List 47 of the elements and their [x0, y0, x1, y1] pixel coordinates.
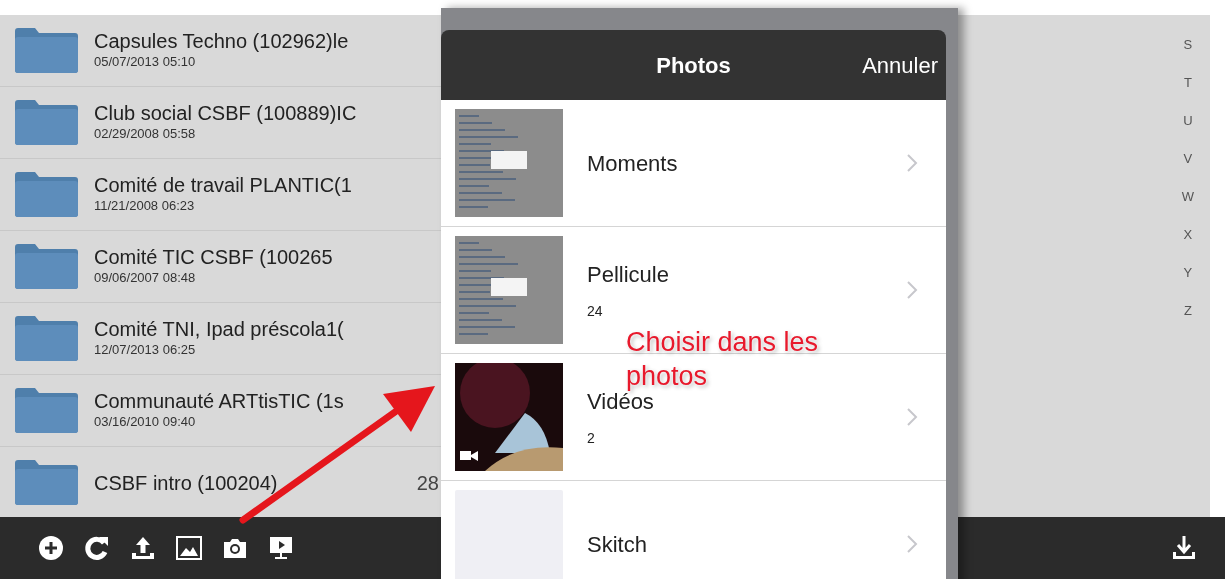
folder-name[interactable]: Comité de travail PLANTIC(1: [94, 173, 352, 196]
upload-icon[interactable]: [130, 535, 156, 561]
folder-date: 12/07/2013 06:25: [94, 340, 197, 359]
index-letter[interactable]: Y: [1181, 263, 1194, 283]
screen-play-icon[interactable]: [268, 535, 294, 561]
chevron-icon: [906, 280, 918, 300]
folder-date: 11/21/2008 06:23: [94, 196, 196, 215]
folder-icon[interactable]: [15, 244, 78, 289]
index-letter[interactable]: T: [1181, 73, 1194, 93]
image-icon[interactable]: [176, 535, 202, 561]
folder-icon[interactable]: [15, 100, 78, 145]
folder-icon[interactable]: [15, 172, 78, 217]
folder-name[interactable]: Communauté ARTtisTIC (1s: [94, 389, 344, 412]
album-count: 24: [587, 302, 604, 321]
folder-name-fragment: 28: [416, 470, 440, 496]
index-letter[interactable]: Z: [1181, 301, 1194, 321]
folder-name[interactable]: Comité TIC CSBF (100265: [94, 245, 333, 268]
index-letter[interactable]: V: [1181, 149, 1194, 169]
annotation-text: Choisir dans les photos: [626, 326, 820, 393]
add-icon[interactable]: [38, 535, 64, 561]
popover-title: Photos: [656, 51, 731, 80]
index-letter[interactable]: S: [1181, 35, 1194, 55]
folder-name[interactable]: CSBF intro (100204): [94, 471, 278, 494]
folder-date: 03/16/2010 09:40: [94, 412, 197, 431]
folder-date: 05/07/2013 05:10: [94, 52, 197, 71]
album-name[interactable]: Moments: [587, 146, 906, 180]
folder-date: 09/06/2007 08:48: [94, 268, 197, 287]
album-name[interactable]: Pellicule: [587, 258, 906, 291]
folder-icon[interactable]: [15, 388, 78, 433]
folder-name[interactable]: Club social CSBF (100889)IC: [94, 101, 357, 124]
folder-date: 02/29/2008 05:58: [94, 124, 197, 143]
cancel-button[interactable]: Annuler: [862, 48, 938, 82]
download-icon[interactable]: [1171, 535, 1197, 561]
chevron-icon: [906, 534, 918, 554]
folder-name[interactable]: Capsules Techno (102962)le: [94, 29, 349, 52]
index-letter[interactable]: X: [1181, 225, 1194, 245]
album-name[interactable]: Skitch: [587, 527, 906, 561]
index-letter[interactable]: U: [1181, 111, 1194, 131]
folder-icon[interactable]: [15, 460, 78, 505]
folder-icon[interactable]: [15, 316, 78, 361]
refresh-icon[interactable]: [84, 535, 110, 561]
chevron-icon: [906, 153, 918, 173]
album-count: 2: [587, 429, 596, 448]
chevron-icon: [906, 407, 918, 427]
folder-name[interactable]: Comité TNI, Ipad préscola1(: [94, 317, 344, 340]
index-letter[interactable]: W: [1181, 187, 1194, 207]
folder-icon[interactable]: [15, 28, 78, 73]
